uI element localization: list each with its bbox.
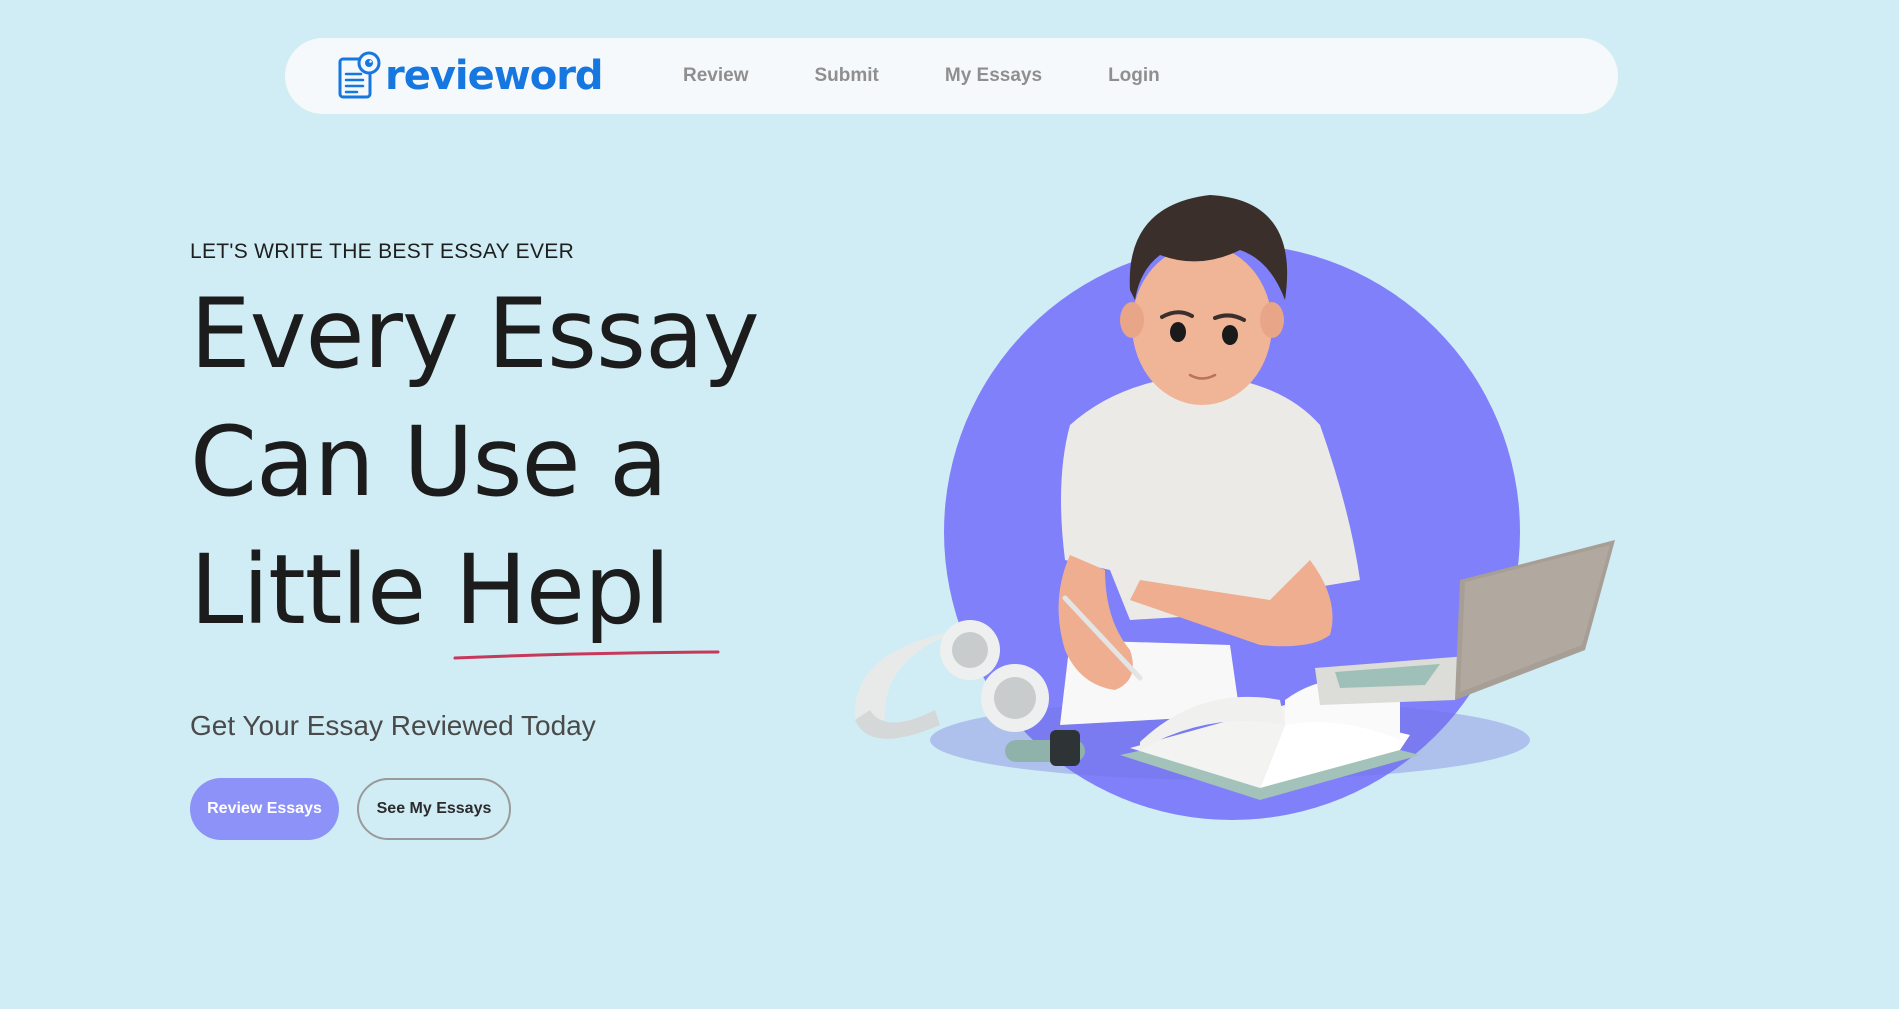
headline-line-2: Can Use a <box>190 406 668 518</box>
nav-item-login[interactable]: Login <box>1108 65 1160 87</box>
hero-headline: Every Essay Can Use a Little Hepl <box>190 270 810 654</box>
nav-item-my-essays[interactable]: My Essays <box>945 65 1042 87</box>
review-essays-button[interactable]: Review Essays <box>190 778 339 840</box>
brand-name: revieword <box>385 53 604 99</box>
headline-line-1: Every Essay <box>190 278 760 390</box>
see-my-essays-button[interactable]: See My Essays <box>357 778 511 840</box>
student-writing-illustration <box>854 195 1615 820</box>
headline-underline-stroke <box>453 650 720 660</box>
nav-item-review[interactable]: Review <box>683 65 748 87</box>
nav-item-submit[interactable]: Submit <box>814 65 878 87</box>
headline-line-3: Little Hepl <box>190 534 671 646</box>
hero-text-section: LET'S WRITE THE BEST ESSAY EVER Every Es… <box>190 240 810 660</box>
hero-subheading: Get Your Essay Reviewed Today <box>190 710 596 741</box>
brand-logo-link[interactable]: revieword <box>337 50 604 102</box>
hero-eyebrow: LET'S WRITE THE BEST ESSAY EVER <box>190 240 575 263</box>
top-navbar: revieword Review Submit My Essays Login <box>285 38 1618 114</box>
document-eye-logo-icon <box>338 51 381 99</box>
nav-links: Review Submit My Essays Login <box>683 38 1226 114</box>
